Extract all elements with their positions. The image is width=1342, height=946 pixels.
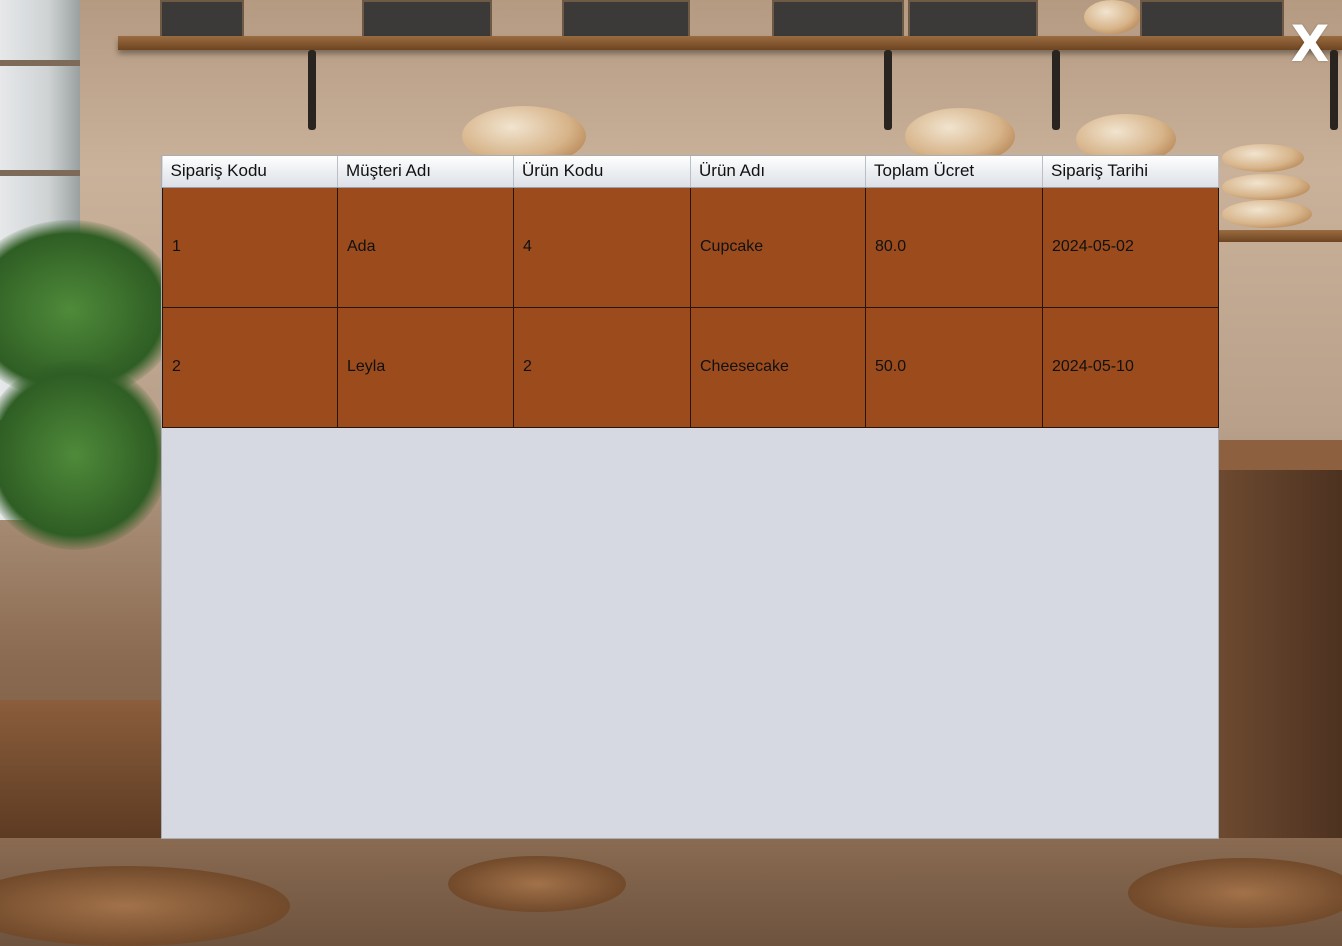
shelf-bracket <box>1052 50 1060 130</box>
bread-loaf <box>1084 0 1140 34</box>
pastry <box>1222 144 1304 172</box>
menu-board <box>1140 0 1284 40</box>
cell-siparis-tarihi[interactable]: 2024-05-10 <box>1042 306 1219 428</box>
cell-siparis-kodu[interactable]: 1 <box>162 186 338 308</box>
side-counter <box>1218 440 1342 474</box>
cell-siparis-kodu[interactable]: 2 <box>162 306 338 428</box>
cell-urun-adi[interactable]: Cheesecake <box>690 306 866 428</box>
column-header-toplam-ucret[interactable]: Toplam Ücret <box>865 156 1043 188</box>
column-header-urun-adi[interactable]: Ürün Adı <box>690 156 866 188</box>
menu-board <box>160 0 244 40</box>
window-frame-bar <box>0 60 80 66</box>
pastry <box>1222 174 1310 200</box>
shelf-bracket <box>308 50 316 130</box>
cell-toplam-ucret[interactable]: 80.0 <box>865 186 1043 308</box>
orders-table: Sipariş Kodu Müşteri Adı Ürün Kodu Ürün … <box>162 156 1219 428</box>
window-frame-bar <box>0 170 80 176</box>
wooden-stool <box>448 856 626 912</box>
cell-urun-kodu[interactable]: 2 <box>513 306 691 428</box>
menu-board <box>772 0 904 40</box>
cell-urun-adi[interactable]: Cupcake <box>690 186 866 308</box>
close-button[interactable]: X <box>1288 18 1332 70</box>
cell-siparis-tarihi[interactable]: 2024-05-02 <box>1042 186 1219 308</box>
column-header-siparis-kodu[interactable]: Sipariş Kodu <box>162 156 338 188</box>
plant-leaves <box>0 360 170 550</box>
column-header-musteri-adi[interactable]: Müşteri Adı <box>337 156 514 188</box>
pastry <box>1222 200 1312 228</box>
shelf-bracket <box>884 50 892 130</box>
side-cabinet <box>1218 470 1342 840</box>
cell-toplam-ucret[interactable]: 50.0 <box>865 306 1043 428</box>
column-header-siparis-tarihi[interactable]: Sipariş Tarihi <box>1042 156 1219 188</box>
menu-board <box>562 0 690 40</box>
wall-shelf <box>118 36 1342 50</box>
cell-musteri-adi[interactable]: Ada <box>337 186 514 308</box>
cell-urun-kodu[interactable]: 4 <box>513 186 691 308</box>
menu-board <box>362 0 492 40</box>
table-row[interactable]: 1 Ada 4 Cupcake 80.0 2024-05-02 <box>162 186 1219 308</box>
table-row[interactable]: 2 Leyla 2 Cheesecake 50.0 2024-05-10 <box>162 306 1219 428</box>
table-header-row: Sipariş Kodu Müşteri Adı Ürün Kodu Ürün … <box>162 156 1219 188</box>
column-header-urun-kodu[interactable]: Ürün Kodu <box>513 156 691 188</box>
menu-board <box>908 0 1038 40</box>
side-shelf <box>1218 230 1342 242</box>
cell-musteri-adi[interactable]: Leyla <box>337 306 514 428</box>
wooden-chair-seat <box>1128 858 1342 928</box>
orders-table-panel: Sipariş Kodu Müşteri Adı Ürün Kodu Ürün … <box>162 156 1219 838</box>
